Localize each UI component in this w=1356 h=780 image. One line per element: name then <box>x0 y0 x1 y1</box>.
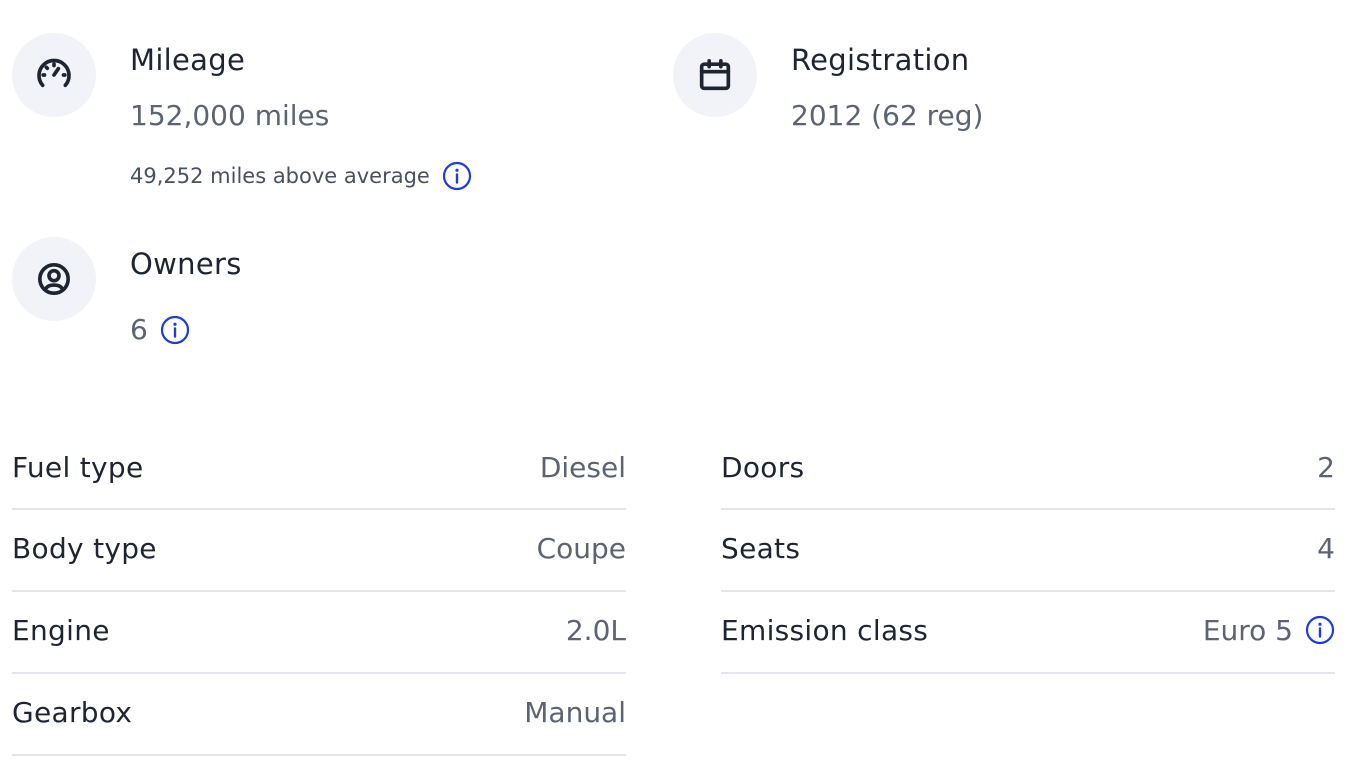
detail-value-text: Euro 5 <box>1202 613 1293 647</box>
detail-value: 4 <box>1317 532 1335 565</box>
emission-class-info-icon[interactable] <box>1305 615 1335 645</box>
detail-label: Engine <box>12 613 110 647</box>
detail-row-seats: Seats 4 <box>721 510 1335 592</box>
detail-value-text: 2.0L <box>565 613 626 647</box>
registration-value-text: 2012 (62 reg) <box>791 99 984 132</box>
user-circle-icon <box>12 237 96 321</box>
detail-value: Diesel <box>540 451 626 484</box>
calendar-icon <box>673 33 757 117</box>
owners-label: Owners <box>130 247 242 281</box>
detail-value-text: Diesel <box>539 450 626 484</box>
detail-value: 2.0L <box>566 614 626 647</box>
owners-value-text: 6 <box>130 313 148 346</box>
detail-value: Euro 5 <box>1203 614 1335 647</box>
detail-row-doors: Doors 2 <box>721 430 1335 510</box>
detail-row-body-type: Body type Coupe <box>12 510 626 592</box>
owners-value: 6 <box>130 313 190 346</box>
detail-label: Body type <box>12 531 157 565</box>
speedometer-icon <box>12 33 96 117</box>
registration-label: Registration <box>791 43 970 77</box>
detail-value: Coupe <box>537 532 626 565</box>
details-table-left: Fuel type Diesel Body type Coupe Engine … <box>12 430 626 756</box>
detail-row-fuel-type: Fuel type Diesel <box>12 430 626 510</box>
mileage-value: 152,000 miles <box>130 99 329 132</box>
key-specs-section: Mileage 152,000 miles 49,252 miles above… <box>0 0 1356 380</box>
mileage-value-text: 152,000 miles <box>130 99 330 132</box>
mileage-info-icon[interactable] <box>442 161 472 191</box>
mileage-note: 49,252 miles above average <box>130 161 472 191</box>
detail-value-text: Manual <box>524 695 626 729</box>
owners-info-icon[interactable] <box>160 315 190 345</box>
detail-value-text: 2 <box>1317 450 1335 484</box>
detail-value-text: Coupe <box>536 531 626 565</box>
detail-label: Gearbox <box>12 695 133 729</box>
mileage-label: Mileage <box>130 43 246 77</box>
detail-label: Emission class <box>721 613 929 647</box>
detail-value: 2 <box>1317 451 1335 484</box>
detail-label: Fuel type <box>12 450 144 484</box>
detail-label: Seats <box>721 531 801 565</box>
detail-value-text: 4 <box>1317 531 1335 565</box>
mileage-note-text: 49,252 miles above average <box>130 164 430 188</box>
detail-label: Doors <box>721 450 805 484</box>
detail-value: Manual <box>524 696 626 729</box>
detail-row-engine: Engine 2.0L <box>12 592 626 674</box>
registration-value: 2012 (62 reg) <box>791 99 983 132</box>
detail-row-emission-class: Emission class Euro 5 <box>721 592 1335 674</box>
details-table-right: Doors 2 Seats 4 Emission class Euro 5 <box>721 430 1335 674</box>
detail-row-gearbox: Gearbox Manual <box>12 674 626 756</box>
